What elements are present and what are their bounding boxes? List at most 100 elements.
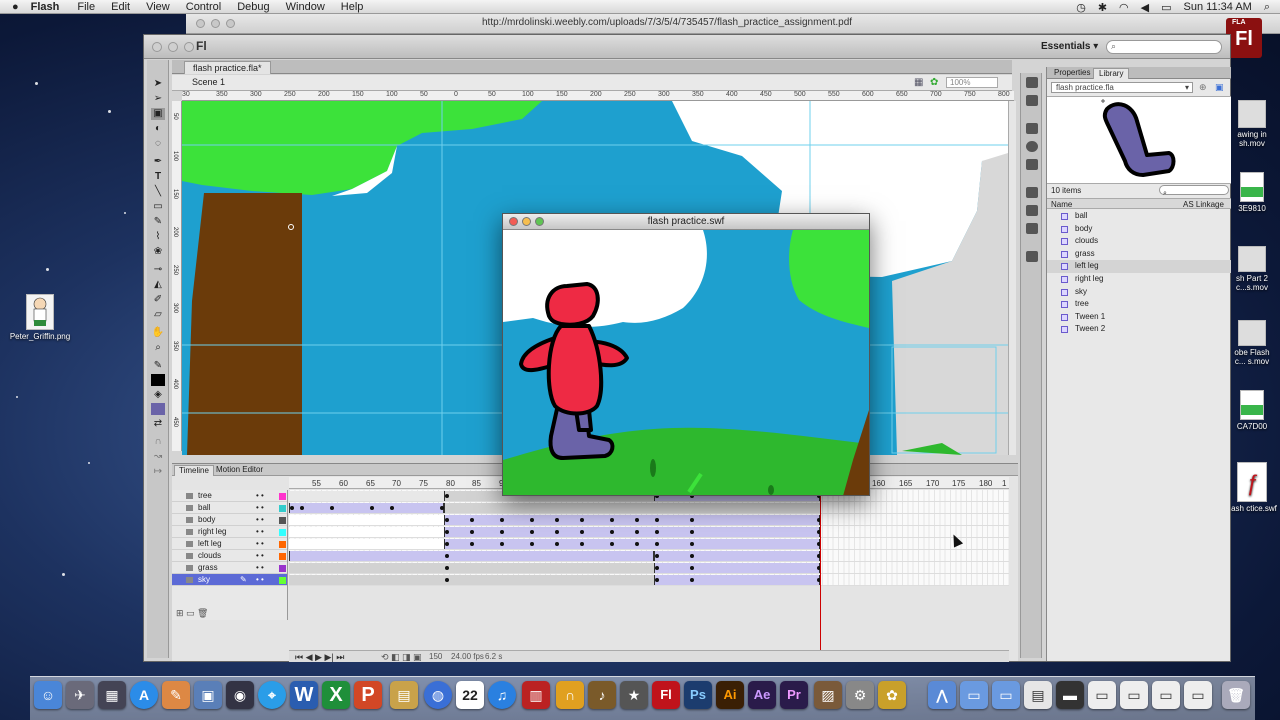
- menu-clock[interactable]: Sun 11:34 AM: [1184, 1, 1252, 13]
- photo-booth-icon[interactable]: ◉: [226, 681, 254, 709]
- layer-row-tree[interactable]: tree • •: [172, 490, 287, 502]
- fla-file-icon[interactable]: FLA Fl: [1226, 18, 1262, 58]
- desktop-icon-drawing-mov[interactable]: awing in sh.mov: [1230, 100, 1274, 148]
- keyframe[interactable]: [445, 542, 449, 546]
- document-tab[interactable]: flash practice.fla*: [184, 61, 271, 74]
- zoom-tool-icon[interactable]: ⌕: [151, 342, 165, 354]
- window-thumbnail-icon[interactable]: ▬: [1056, 681, 1084, 709]
- help-search-input[interactable]: ⌕: [1106, 40, 1222, 54]
- bone-tool-icon[interactable]: ⊸: [151, 264, 165, 276]
- keyframe[interactable]: [635, 530, 639, 534]
- keyframe[interactable]: [300, 506, 304, 510]
- pencil-app-icon[interactable]: ✎: [162, 681, 190, 709]
- layer-visibility-lock[interactable]: • •: [256, 550, 264, 562]
- layer-visibility-lock[interactable]: • •: [256, 574, 264, 586]
- window-buttons[interactable]: [152, 42, 194, 52]
- onion-skin-icon[interactable]: ⟲ ◧ ◨ ▣: [381, 652, 422, 663]
- menu-file[interactable]: File: [77, 1, 95, 13]
- stroke-swatch[interactable]: [151, 374, 165, 386]
- 3d-rotation-tool-icon[interactable]: ◐: [151, 123, 165, 135]
- itunes-icon[interactable]: ♫: [488, 681, 516, 709]
- battery-icon[interactable]: ▭: [1161, 1, 1171, 14]
- keyframe[interactable]: [470, 518, 474, 522]
- playhead[interactable]: [820, 476, 821, 652]
- menu-debug[interactable]: Debug: [237, 1, 269, 13]
- keyframe[interactable]: [445, 494, 449, 498]
- keyframe[interactable]: [470, 530, 474, 534]
- layer-outline-color[interactable]: [279, 517, 286, 524]
- keyframe[interactable]: [330, 506, 334, 510]
- line-tool-icon[interactable]: ╲: [151, 186, 165, 198]
- library-item-ball[interactable]: ball: [1047, 210, 1231, 223]
- layer-outline-color[interactable]: [279, 553, 286, 560]
- new-library-panel-icon[interactable]: ▣: [1215, 82, 1224, 93]
- desktop-icon-flash-part2-mov[interactable]: sh Part 2 c...s.mov: [1228, 246, 1276, 292]
- pencil-tool-icon[interactable]: ✎: [151, 216, 165, 228]
- column-name[interactable]: Name: [1051, 200, 1072, 209]
- components-icon[interactable]: [1026, 205, 1038, 216]
- documents-folder-icon[interactable]: ▭: [960, 681, 988, 709]
- layer-row-right-leg[interactable]: right leg • •: [172, 526, 287, 538]
- library-item-tween-2[interactable]: Tween 2: [1047, 323, 1231, 336]
- align-panel-icon[interactable]: [1026, 123, 1038, 134]
- text-tool-icon[interactable]: T: [151, 171, 165, 183]
- tab-library[interactable]: Library: [1093, 68, 1130, 79]
- fill-swatch[interactable]: [151, 403, 165, 415]
- layer-outline-color[interactable]: [279, 565, 286, 572]
- free-transform-tool-icon[interactable]: ▣: [151, 108, 165, 120]
- keyframe[interactable]: [580, 530, 584, 534]
- keyframe[interactable]: [655, 542, 659, 546]
- library-document-select[interactable]: flash practice.fla ▾: [1051, 82, 1193, 93]
- after-effects-app-icon[interactable]: Ae: [748, 681, 776, 709]
- transform-panel-icon[interactable]: [1026, 159, 1038, 170]
- library-search-input[interactable]: ⌕: [1159, 185, 1229, 197]
- keyframe[interactable]: [655, 566, 659, 570]
- keyframe[interactable]: [580, 518, 584, 522]
- zoom-input[interactable]: 100%: [946, 77, 998, 88]
- playback-controls[interactable]: ⏮ ◀ ▶ ▶| ⏭: [295, 652, 344, 663]
- finder-icon[interactable]: ☺: [34, 681, 62, 709]
- notes-icon[interactable]: ▤: [390, 681, 418, 709]
- keyframe[interactable]: [530, 530, 534, 534]
- window-thumbnail-icon[interactable]: ▭: [1120, 681, 1148, 709]
- mission-control-icon[interactable]: ▦: [98, 681, 126, 709]
- swf-preview-window[interactable]: flash practice.swf: [502, 213, 870, 496]
- headphones-icon[interactable]: ∩: [556, 681, 584, 709]
- menu-view[interactable]: View: [146, 1, 170, 13]
- keyframe[interactable]: [500, 530, 504, 534]
- keyframe[interactable]: [655, 554, 659, 558]
- desktop-icon-peter-griffin[interactable]: Peter_Griffin.png: [8, 294, 72, 341]
- volume-icon[interactable]: ◀: [1141, 1, 1149, 14]
- deco-tool-icon[interactable]: ❀: [151, 246, 165, 258]
- rectangle-tool-icon[interactable]: ▭: [151, 201, 165, 213]
- keyframe[interactable]: [390, 506, 394, 510]
- keyframe[interactable]: [440, 506, 444, 510]
- applications-folder-icon[interactable]: ⋀: [928, 681, 956, 709]
- keyframe[interactable]: [445, 554, 449, 558]
- window-thumbnail-icon[interactable]: ▭: [1184, 681, 1212, 709]
- tab-timeline[interactable]: Timeline: [174, 465, 214, 476]
- flash-app-icon[interactable]: Fl: [652, 681, 680, 709]
- layer-visibility-lock[interactable]: • •: [256, 538, 264, 550]
- time-machine-icon[interactable]: ◷: [1076, 1, 1086, 14]
- lasso-tool-icon[interactable]: ◌: [151, 138, 165, 150]
- desktop-icon-3e9810[interactable]: 3E9810: [1228, 172, 1276, 213]
- keyframe[interactable]: [470, 542, 474, 546]
- keyframe[interactable]: [655, 518, 659, 522]
- swap-colors-icon[interactable]: ⇄: [151, 418, 165, 430]
- desktop-icon-adobe-flash-mov[interactable]: obe Flash c... s.mov: [1228, 320, 1276, 366]
- workspace-switcher[interactable]: Essentials ▾: [1041, 41, 1098, 52]
- keyframe[interactable]: [690, 554, 694, 558]
- window-thumbnail-icon[interactable]: ▭: [1152, 681, 1180, 709]
- keyframe[interactable]: [690, 542, 694, 546]
- menu-help[interactable]: Help: [341, 1, 364, 13]
- calendar-icon[interactable]: 22: [456, 681, 484, 709]
- layer-outline-color[interactable]: [279, 541, 286, 548]
- keyframe[interactable]: [690, 566, 694, 570]
- menu-edit[interactable]: Edit: [111, 1, 130, 13]
- desktop-icon-ca7d00[interactable]: CA7D00: [1228, 390, 1276, 431]
- pineapple-icon[interactable]: ✿: [878, 681, 906, 709]
- keyframe[interactable]: [690, 518, 694, 522]
- apple-menu-icon[interactable]: ●: [12, 1, 19, 13]
- window-thumbnail-icon[interactable]: ▭: [1088, 681, 1116, 709]
